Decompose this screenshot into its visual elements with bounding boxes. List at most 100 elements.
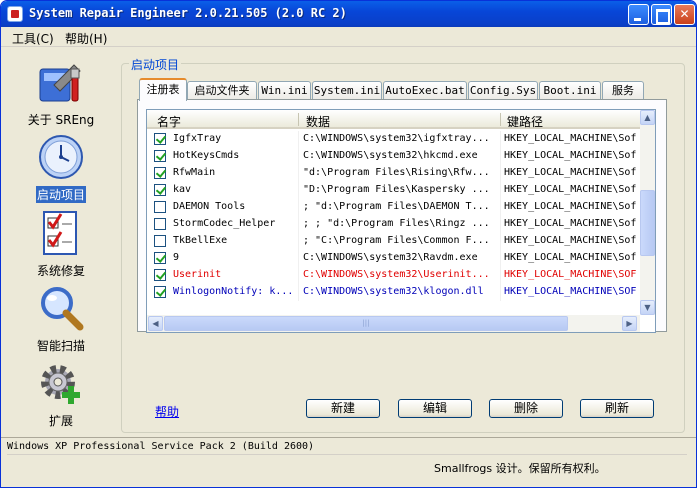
column-divider	[298, 216, 299, 233]
tab-boot-ini[interactable]: Boot.ini	[539, 81, 601, 99]
group-label: 启动项目	[129, 56, 182, 73]
table-row[interactable]: 9 C:\WINDOWS\system32\Ravdm.exe HKEY_LOCAL…	[147, 250, 640, 267]
column-divider	[500, 182, 501, 199]
table-row[interactable]: TkBellExe ; "C:\Program Files\Common F...…	[147, 233, 640, 250]
tab-config-sys[interactable]: Config.Sys	[468, 81, 538, 99]
row-keypath: HKEY_LOCAL_MACHINE\SOF	[504, 269, 637, 280]
row-data: "D:\Program Files\Kaspersky ...	[303, 184, 490, 195]
row-data: C:\WINDOWS\system32\hkcmd.exe	[303, 150, 478, 161]
clock-icon	[38, 134, 84, 180]
row-keypath: HKEY_LOCAL_MACHINE\Sof	[504, 150, 637, 161]
sidebar-item-label: 智能扫描	[36, 339, 85, 353]
row-checkbox[interactable]	[154, 201, 166, 213]
row-checkbox[interactable]	[154, 235, 166, 247]
vertical-scroll-thumb[interactable]	[640, 190, 655, 256]
row-name: HotKeysCmds	[173, 150, 240, 161]
row-checkbox[interactable]	[154, 269, 166, 281]
column-divider	[500, 233, 501, 250]
help-link[interactable]: 帮助	[155, 403, 179, 420]
tab-services[interactable]: 服务	[602, 81, 644, 99]
new-button[interactable]: 新建	[306, 399, 380, 418]
row-name: TkBellExe	[173, 235, 228, 246]
tab-autoexec[interactable]: AutoExec.bat	[383, 81, 467, 99]
scroll-right-button[interactable]: ▶	[622, 316, 637, 331]
scroll-up-button[interactable]: ▲	[640, 110, 655, 125]
gear-plus-icon	[38, 360, 84, 406]
column-divider	[500, 165, 501, 182]
sidebar-item-label: 关于 SREng	[27, 113, 95, 127]
menu-tools[interactable]: 工具(C)	[12, 30, 54, 47]
column-divider	[500, 267, 501, 284]
table-row[interactable]: DAEMON Tools ; "d:\Program Files\DAEMON T…	[147, 199, 640, 216]
table-row[interactable]: RfwMain "d:\Program Files\Rising\Rfw... HK…	[147, 165, 640, 182]
row-data: ; "d:\Program Files\DAEMON T...	[303, 201, 490, 212]
tab-startup-folder[interactable]: 启动文件夹	[187, 81, 257, 99]
tab-system-ini[interactable]: System.ini	[312, 81, 382, 99]
title-bar[interactable]: System Repair Engineer 2.0.21.505 (2.0 R…	[1, 1, 696, 27]
row-keypath: HKEY_LOCAL_MACHINE\Sof	[504, 218, 637, 229]
column-header-data[interactable]: 数据	[306, 113, 330, 130]
table-row[interactable]: HotKeysCmds C:\WINDOWS\system32\hkcmd.exe…	[147, 148, 640, 165]
column-divider	[298, 233, 299, 250]
tab-registry[interactable]: 注册表	[139, 78, 187, 101]
os-info: Windows XP Professional Service Pack 2 (…	[7, 441, 687, 455]
horizontal-scroll-thumb[interactable]: |||	[164, 316, 568, 331]
menu-help[interactable]: 帮助(H)	[65, 30, 107, 47]
app-icon	[7, 6, 23, 22]
tab-win-ini[interactable]: Win.ini	[258, 81, 311, 99]
refresh-button[interactable]: 刷新	[580, 399, 654, 418]
sidebar-item-extend[interactable]: 扩展	[15, 360, 107, 429]
row-data: C:\WINDOWS\system32\Ravdm.exe	[303, 252, 478, 263]
row-name: WinlogonNotify: k...	[173, 286, 294, 297]
sidebar-item-about[interactable]: 关于 SREng	[15, 59, 107, 128]
column-divider	[500, 199, 501, 216]
column-divider	[298, 182, 299, 199]
main-window: System Repair Engineer 2.0.21.505 (2.0 R…	[0, 0, 697, 488]
row-name: IgfxTray	[173, 133, 222, 144]
close-button[interactable]: ✕	[674, 4, 695, 25]
row-checkbox[interactable]	[154, 286, 166, 298]
column-divider	[500, 216, 501, 233]
row-name: StormCodec_Helper	[173, 218, 276, 229]
column-divider	[298, 250, 299, 267]
edit-button[interactable]: 编辑	[398, 399, 472, 418]
row-checkbox[interactable]	[154, 150, 166, 162]
table-row[interactable]: Userinit C:\WINDOWS\system32\Userinit... H…	[147, 267, 640, 284]
scroll-left-button[interactable]: ◀	[148, 316, 163, 331]
scroll-down-button[interactable]: ▼	[640, 300, 655, 315]
row-checkbox[interactable]	[154, 184, 166, 196]
menu-bar: 工具(C) 帮助(H)	[1, 27, 696, 47]
window-title: System Repair Engineer 2.0.21.505 (2.0 R…	[29, 6, 347, 20]
row-name: DAEMON Tools	[173, 201, 246, 212]
sidebar-item-label: 扩展	[48, 414, 73, 428]
column-header-name[interactable]: 名字	[157, 113, 181, 130]
column-divider	[298, 199, 299, 216]
table-row[interactable]: IgfxTray C:\WINDOWS\system32\igfxtray... H…	[147, 131, 640, 148]
list-header: 名字 数据 键路径	[147, 110, 640, 129]
startup-list[interactable]: 名字 数据 键路径 IgfxTray C:\WINDOWS\system32\ig…	[146, 109, 656, 333]
sidebar-item-repair[interactable]: 系统修复	[15, 210, 107, 279]
table-row[interactable]: WinlogonNotify: k... C:\WINDOWS\system32\…	[147, 284, 640, 301]
table-row[interactable]: StormCodec_Helper ; ; "d:\Program Files\R…	[147, 216, 640, 233]
row-data: ; "C:\Program Files\Common F...	[303, 235, 490, 246]
row-checkbox[interactable]	[154, 252, 166, 264]
row-data: C:\WINDOWS\system32\Userinit...	[303, 269, 490, 280]
row-data: C:\WINDOWS\system32\klogon.dll	[303, 286, 484, 297]
row-checkbox[interactable]	[154, 167, 166, 179]
row-keypath: HKEY_LOCAL_MACHINE\SOF	[504, 286, 637, 297]
sidebar-item-startup[interactable]: 启动项目	[15, 134, 107, 203]
minimize-button[interactable]	[628, 4, 649, 25]
column-divider	[298, 131, 299, 148]
horizontal-scrollbar[interactable]: ◀ ||| ▶	[147, 315, 640, 332]
sidebar-item-scan[interactable]: 智能扫描	[15, 285, 107, 354]
row-checkbox[interactable]	[154, 218, 166, 230]
table-row[interactable]: kav "D:\Program Files\Kaspersky ... HKEY_L…	[147, 182, 640, 199]
delete-button[interactable]: 删除	[489, 399, 563, 418]
column-divider	[298, 267, 299, 284]
maximize-button[interactable]	[651, 4, 672, 25]
column-header-keypath[interactable]: 键路径	[507, 113, 543, 130]
row-data: C:\WINDOWS\system32\igfxtray...	[303, 133, 490, 144]
vertical-scrollbar[interactable]: ▲ ▼	[640, 110, 655, 315]
row-checkbox[interactable]	[154, 133, 166, 145]
column-divider	[500, 148, 501, 165]
